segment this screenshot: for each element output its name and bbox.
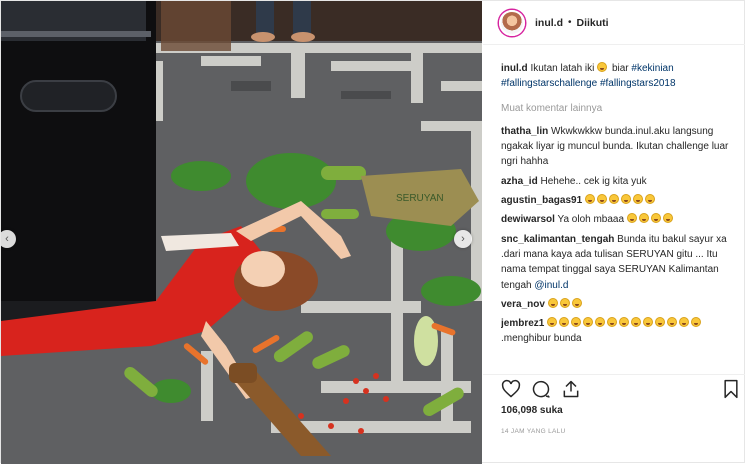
laughing-emoji-icon [626, 213, 637, 224]
comment-item: jembrez1 .menghibur bunda [501, 316, 737, 347]
comment-username[interactable]: agustin_bagas91 [501, 195, 582, 206]
laughing-emoji-icon [643, 317, 654, 328]
comment-username[interactable]: vera_nov [501, 299, 545, 310]
laughing-emoji-icon [620, 194, 631, 205]
hashtag-link[interactable]: #kekinian [631, 63, 673, 74]
action-icons [499, 379, 739, 401]
emoji-row [547, 317, 703, 329]
laughing-emoji-icon [559, 317, 570, 328]
bookmark-icon[interactable] [721, 379, 741, 399]
laughing-emoji-icon [644, 194, 655, 205]
laughing-emoji-icon [655, 317, 666, 328]
laughing-emoji-icon [547, 297, 558, 308]
heart-icon[interactable] [501, 379, 521, 399]
laughing-emoji-icon [691, 317, 702, 328]
photo-illustration: SERUYAN [1, 1, 482, 464]
load-more-comments[interactable]: Muat komentar lainnya [501, 101, 737, 116]
caption-text-2: biar [611, 63, 629, 74]
follow-button[interactable]: Diikuti [577, 17, 609, 29]
laughing-emoji-icon [662, 213, 673, 224]
avatar[interactable] [499, 9, 525, 36]
comment-item: vera_nov [501, 297, 737, 312]
hashtag-link[interactable]: #fallingstars2018 [600, 78, 676, 89]
mention-link[interactable]: @inul.d [534, 280, 568, 291]
comment-item: azha_id Hehehe.. cek ig kita yuk [501, 174, 737, 189]
comment-item: agustin_bagas91 [501, 193, 737, 208]
like-count[interactable]: 106,098 suka [501, 405, 563, 416]
laughing-emoji-icon [638, 213, 649, 224]
hashtag-link[interactable]: #fallingstarschallenge [501, 78, 597, 89]
comment-text: Hehehe.. cek ig kita yuk [540, 175, 647, 187]
svg-text:SERUYAN: SERUYAN [396, 193, 444, 204]
post-header: inul.d • Diikuti [483, 1, 745, 45]
laughing-emoji-icon [559, 297, 570, 308]
laughing-emoji-icon [571, 317, 582, 328]
emoji-row [584, 194, 657, 206]
emoji-row [547, 297, 584, 310]
laughing-emoji-icon [596, 194, 607, 205]
comment-username[interactable]: thatha_lin [501, 126, 548, 137]
comment-list: inul.d Ikutan latah iki biar #kekinian #… [501, 61, 737, 373]
comment-username[interactable]: azha_id [501, 176, 538, 187]
laughing-emoji-icon [607, 317, 618, 328]
post-sidebar: inul.d • Diikuti inul.d Ikutan latah iki… [483, 1, 745, 464]
comment-item: thatha_lin Wkwkwkkw bunda.inul.aku langs… [501, 124, 737, 170]
laughing-emoji-icon [608, 194, 619, 205]
author-username[interactable]: inul.d [535, 17, 563, 29]
action-bar: 106,098 suka 14 JAM YANG LALU [483, 374, 745, 464]
comment-username[interactable]: jembrez1 [501, 318, 544, 329]
chevron-right-icon[interactable]: › [454, 230, 472, 248]
laughing-emoji-icon [584, 194, 595, 205]
comment-item: dewiwarsol Ya oloh mbaaa [501, 212, 737, 227]
laughing-emoji-icon [571, 297, 582, 308]
laughing-emoji-icon [597, 62, 608, 72]
laughing-emoji-icon [595, 317, 606, 328]
laughing-emoji-icon [650, 213, 661, 224]
laughing-emoji-icon [679, 317, 690, 328]
comment-item: snc_kalimantan_tengah Bunda itu bakul sa… [501, 232, 737, 293]
laughing-emoji-icon [667, 317, 678, 328]
post-photo[interactable]: SERUYAN ‹ › [1, 1, 482, 464]
comment-text: .menghibur bunda [501, 333, 582, 345]
caption: inul.d Ikutan latah iki biar #kekinian #… [501, 61, 737, 92]
instagram-post: SERUYAN ‹ › inul.d • Diikuti inul.d Ikut… [0, 0, 745, 464]
caption-username[interactable]: inul.d [501, 63, 528, 74]
share-icon[interactable] [561, 379, 581, 399]
header-separator: • [568, 17, 572, 28]
comment-username[interactable]: dewiwarsol [501, 214, 555, 225]
comment-icon[interactable] [531, 379, 551, 399]
post-timestamp[interactable]: 14 JAM YANG LALU [501, 428, 566, 435]
laughing-emoji-icon [619, 317, 630, 328]
laughing-emoji-icon [632, 194, 643, 205]
comment-username[interactable]: snc_kalimantan_tengah [501, 234, 614, 245]
comment-text: Ya oloh mbaaa [557, 214, 625, 226]
laughing-emoji-icon [547, 317, 558, 328]
laughing-emoji-icon [583, 317, 594, 328]
emoji-row [626, 213, 675, 225]
laughing-emoji-icon [631, 317, 642, 328]
caption-text: Ikutan latah iki [530, 63, 595, 74]
